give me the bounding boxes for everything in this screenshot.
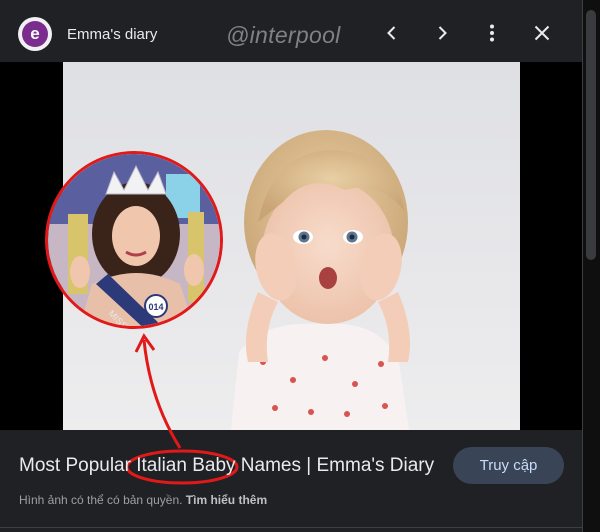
svg-text:e: e [30, 24, 39, 43]
divider [0, 527, 582, 528]
inset-photo-circle: 014 MISS [45, 151, 223, 329]
preview-header: e Emma's diary @interpool [0, 0, 582, 66]
chevron-left-icon [387, 26, 396, 40]
chevron-right-icon [438, 26, 447, 40]
copyright-notice: Hình ảnh có thể có bản quyền. Tìm hiểu t… [19, 493, 268, 507]
previous-button[interactable] [378, 19, 406, 47]
close-icon [534, 25, 550, 41]
next-button[interactable] [428, 19, 456, 47]
site-logo[interactable]: e [18, 17, 52, 51]
result-title[interactable]: Most Popular Italian Baby Names | Emma's… [19, 455, 434, 477]
more-options-button[interactable] [478, 19, 506, 47]
more-vert-icon [490, 24, 494, 42]
site-name[interactable]: Emma's diary [67, 26, 157, 43]
close-button[interactable] [528, 19, 556, 47]
watermark-text: @interpool [226, 22, 341, 48]
visit-button[interactable]: Truy cập [453, 447, 564, 484]
highlighted-phrase: Italian Baby [136, 455, 236, 476]
contestant-number: 014 [148, 302, 163, 312]
learn-more-link[interactable]: Tìm hiểu thêm [186, 493, 267, 507]
emmas-diary-logo-icon: e [22, 21, 48, 47]
scrollbar-thumb[interactable] [586, 10, 596, 260]
pageant-photo: 014 MISS [48, 154, 220, 326]
